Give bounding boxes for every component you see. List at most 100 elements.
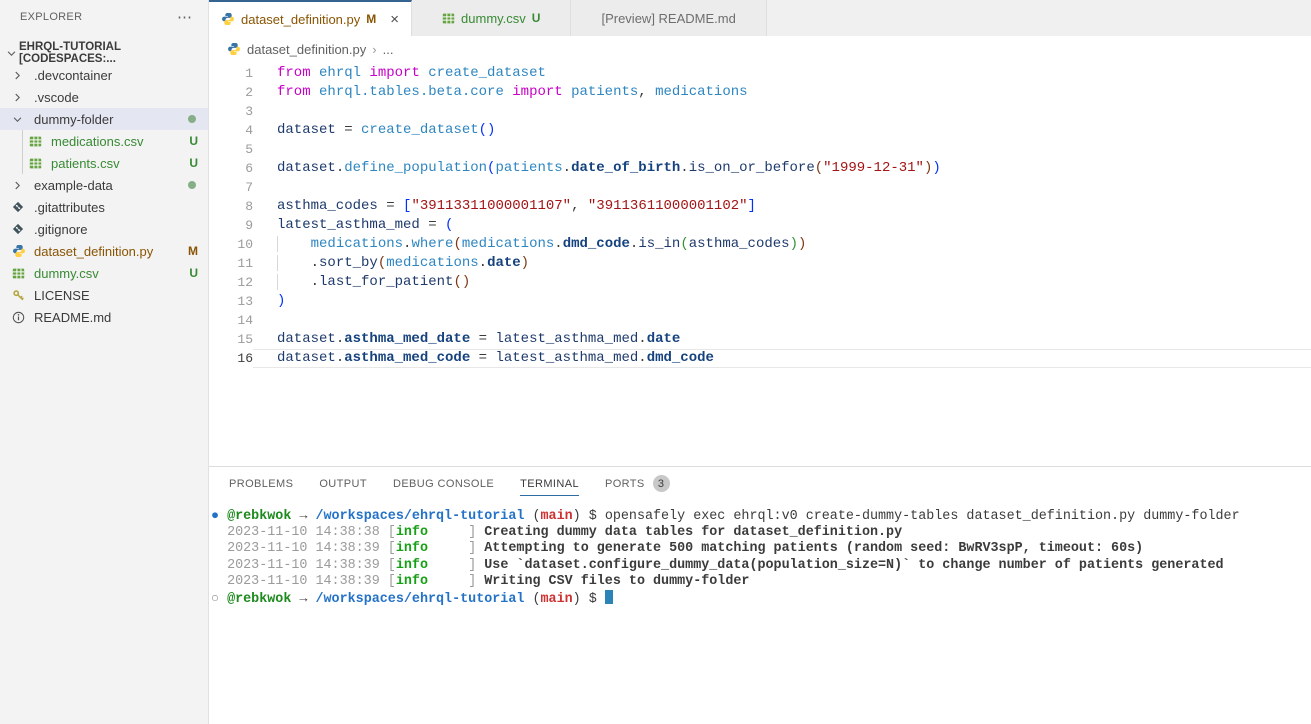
- code-line-content: .sort_by(medications.date): [253, 254, 1311, 273]
- terminal[interactable]: ● @rebkwok → /workspaces/ehrql-tutorial …: [209, 501, 1311, 606]
- line-number: 11: [209, 254, 253, 273]
- breadcrumb-file[interactable]: dataset_definition.py: [247, 42, 366, 57]
- tree-item-patients-csv[interactable]: patients.csv U: [0, 152, 208, 174]
- tree-item-label: example-data: [34, 178, 113, 193]
- panel-tab-terminal[interactable]: TERMINAL: [520, 472, 579, 496]
- tree-item-dummy-folder[interactable]: dummy-folder: [0, 108, 208, 130]
- code-line-2: 2from ehrql.tables.beta.core import pati…: [209, 83, 1311, 102]
- line-number: 7: [209, 178, 253, 197]
- code-line-16: 16dataset.asthma_med_code = latest_asthm…: [209, 349, 1311, 368]
- line-number: 4: [209, 121, 253, 140]
- code-line-10: 10 medications.where(medications.dmd_cod…: [209, 235, 1311, 254]
- chevron-right-icon: [12, 70, 34, 81]
- line-number: 9: [209, 216, 253, 235]
- code-line-content: [253, 102, 1311, 121]
- code-line-content: from ehrql.tables.beta.core import patie…: [253, 83, 1311, 102]
- tree-item-readme-md[interactable]: README.md: [0, 306, 208, 328]
- line-number: 5: [209, 140, 253, 159]
- breadcrumb-symbol-more[interactable]: ...: [383, 42, 394, 57]
- git-icon: [12, 201, 34, 213]
- panel-tab-label: DEBUG CONSOLE: [393, 478, 494, 490]
- panel-tab-problems[interactable]: PROBLEMS: [229, 472, 293, 496]
- tree-item-label: medications.csv: [51, 134, 143, 149]
- line-number: 8: [209, 197, 253, 216]
- tree-item-label: patients.csv: [51, 156, 120, 171]
- tree-item-example-data[interactable]: example-data: [0, 174, 208, 196]
- code-line-content: ): [253, 292, 1311, 311]
- panel-tab-label: PORTS: [605, 478, 645, 490]
- tree-item-label: dummy.csv: [34, 266, 99, 281]
- editor-tab-bar: dataset_definition.py M × dummy.csv U [Previe…: [209, 0, 1311, 36]
- tab-label: dummy.csv: [461, 11, 526, 26]
- code-line-content: .last_for_patient(): [253, 273, 1311, 292]
- tab-label: dataset_definition.py: [241, 12, 360, 27]
- code-line-content: [253, 140, 1311, 159]
- code-editor[interactable]: 1from ehrql import create_dataset2from e…: [209, 62, 1311, 466]
- bottom-panel: PROBLEMS OUTPUT DEBUG CONSOLE TERMINAL PORTS…: [209, 466, 1311, 724]
- git-status-badge: U: [189, 156, 198, 170]
- line-number: 16: [209, 349, 253, 368]
- terminal-line: 2023-11-10 14:38:38 [info ] Creating dum…: [211, 525, 1311, 541]
- chevron-down-icon: [4, 48, 19, 59]
- editor-group: dataset_definition.py M × dummy.csv U [Previe…: [209, 0, 1311, 724]
- terminal-line: ● @rebkwok → /workspaces/ehrql-tutorial …: [211, 509, 1311, 525]
- explorer-more-actions-icon[interactable]: ⋯: [177, 8, 194, 26]
- close-tab-icon[interactable]: ×: [390, 11, 399, 28]
- git-status-badge: U: [189, 266, 198, 280]
- tab-git-status-badge: U: [532, 11, 541, 25]
- tab-dummy-csv[interactable]: dummy.csv U: [412, 0, 571, 36]
- tree-item-medications-csv[interactable]: medications.csv U: [0, 130, 208, 152]
- tree-item-label: .vscode: [34, 90, 79, 105]
- chevron-down-icon: [12, 114, 34, 125]
- chevron-right-icon: [12, 180, 34, 191]
- tree-item-vscode[interactable]: .vscode: [0, 86, 208, 108]
- line-number: 2: [209, 83, 253, 102]
- file-tree: .devcontainer.vscodedummy-foldermedicati…: [0, 64, 208, 328]
- key-icon: [12, 289, 34, 302]
- panel-tab-label: TERMINAL: [520, 478, 579, 490]
- code-line-9: 9latest_asthma_med = (: [209, 216, 1311, 235]
- python-icon: [221, 12, 235, 26]
- panel-tab-debug-console[interactable]: DEBUG CONSOLE: [393, 472, 494, 496]
- tree-item-label: dataset_definition.py: [34, 244, 153, 259]
- tab-dataset-definition-py[interactable]: dataset_definition.py M ×: [209, 0, 412, 36]
- terminal-line: 2023-11-10 14:38:39 [info ] Use `dataset…: [211, 558, 1311, 574]
- breadcrumb[interactable]: dataset_definition.py › ...: [209, 36, 1311, 62]
- table-icon: [29, 157, 51, 170]
- line-number: 15: [209, 330, 253, 349]
- panel-tab-output[interactable]: OUTPUT: [319, 472, 367, 496]
- panel-tab-ports[interactable]: PORTS 3: [605, 472, 670, 496]
- tree-item-gitignore[interactable]: .gitignore: [0, 218, 208, 240]
- tree-item-gitattributes[interactable]: .gitattributes: [0, 196, 208, 218]
- tree-item-devcontainer[interactable]: .devcontainer: [0, 64, 208, 86]
- line-number: 12: [209, 273, 253, 292]
- line-number: 10: [209, 235, 253, 254]
- code-line-12: 12 .last_for_patient(): [209, 273, 1311, 292]
- explorer-sidebar: EXPLORER ⋯ EHRQL-TUTORIAL [CODESPACES:..…: [0, 0, 209, 724]
- code-line-content: [253, 178, 1311, 197]
- explorer-root-folder[interactable]: EHRQL-TUTORIAL [CODESPACES:...: [0, 42, 208, 64]
- code-line-8: 8asthma_codes = ["39113311000001107", "3…: [209, 197, 1311, 216]
- tab-label: [Preview] README.md: [601, 11, 735, 26]
- git-status-badge: U: [189, 134, 198, 148]
- ports-count-badge: 3: [653, 475, 670, 492]
- code-line-content: dataset.define_population(patients.date_…: [253, 159, 1311, 178]
- python-icon: [12, 244, 34, 258]
- tree-item-dataset-definition-py[interactable]: dataset_definition.pyM: [0, 240, 208, 262]
- code-line-content: dataset = create_dataset(): [253, 121, 1311, 140]
- code-line-3: 3: [209, 102, 1311, 121]
- table-icon: [12, 267, 34, 280]
- tree-item-label: README.md: [34, 310, 111, 325]
- tab-preview-readme-md[interactable]: [Preview] README.md: [571, 0, 766, 36]
- code-line-content: dataset.asthma_med_date = latest_asthma_…: [253, 330, 1311, 349]
- tree-item-license[interactable]: LICENSE: [0, 284, 208, 306]
- tab-git-status-badge: M: [366, 12, 376, 26]
- terminal-line: ○ @rebkwok → /workspaces/ehrql-tutorial …: [211, 590, 1311, 606]
- code-line-content: latest_asthma_med = (: [253, 216, 1311, 235]
- breadcrumb-separator: ›: [372, 42, 376, 57]
- info-icon: [12, 311, 34, 324]
- code-line-content: medications.where(medications.dmd_code.i…: [253, 235, 1311, 254]
- code-line-content: from ehrql import create_dataset: [253, 64, 1311, 83]
- explorer-title: EXPLORER: [20, 11, 82, 23]
- tree-item-dummy-csv[interactable]: dummy.csv U: [0, 262, 208, 284]
